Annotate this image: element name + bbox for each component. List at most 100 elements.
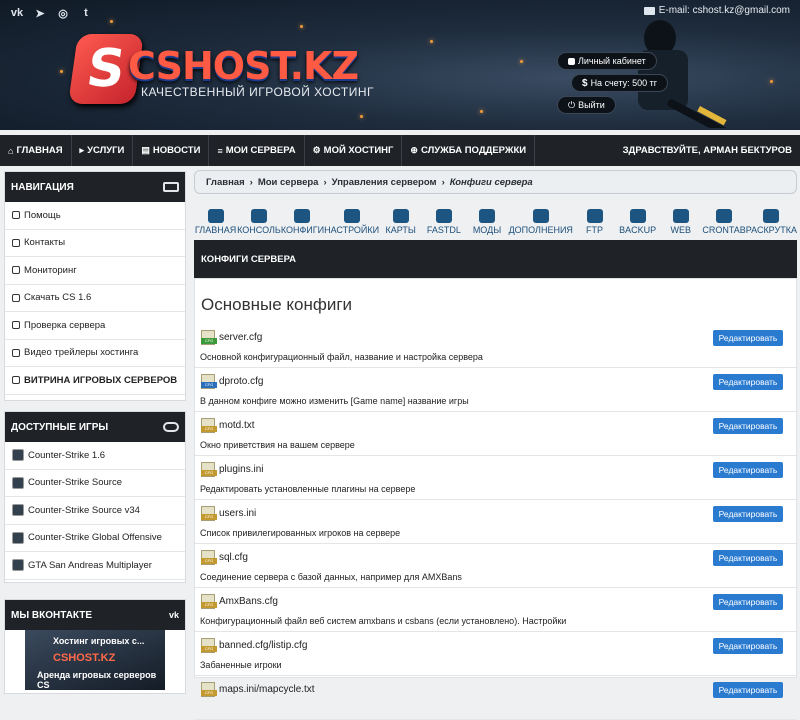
vk-icon[interactable]: vk <box>10 6 24 20</box>
breadcrumb-link-2[interactable]: Управления сервером <box>332 177 437 188</box>
game-item-4[interactable]: GTA San Andreas Multiplayer <box>5 552 185 580</box>
logo-tagline: КАЧЕСТВЕННЫЙ ИГРОВОЙ ХОСТИНГ <box>141 85 374 99</box>
tool-label: ДОПОЛНЕНИЯ <box>508 225 573 235</box>
tool-1[interactable]: КОНСОЛЬ <box>237 199 281 235</box>
home-icon: ⌂ <box>8 145 14 156</box>
email-contact[interactable]: E-mail: cshost.kz@gmail.com <box>643 5 790 16</box>
instagram-icon[interactable]: ◎ <box>56 6 70 20</box>
settings-icon <box>343 209 360 223</box>
game-item-3[interactable]: Counter-Strike Global Offensive <box>5 525 185 552</box>
edit-button[interactable]: Редактировать <box>713 638 783 654</box>
config-name[interactable]: motd.txt <box>219 420 255 431</box>
edit-button[interactable]: Редактировать <box>713 550 783 566</box>
soldier-illustration <box>638 20 731 128</box>
tool-7[interactable]: ДОПОЛНЕНИЯ <box>509 199 573 235</box>
edit-button[interactable]: Редактировать <box>713 418 783 434</box>
balance-button[interactable]: $ На счету: 500 тг <box>571 74 669 92</box>
config-file-badge: CFG <box>201 470 217 476</box>
sidebar-item-label: Мониторинг <box>24 264 77 276</box>
greeting[interactable]: ЗДРАВСТВУЙТЕ, АРМАН БЕКТУРОВ <box>623 135 800 166</box>
config-row: CFG users.ini Список привилегированных игр… <box>195 500 796 544</box>
edit-button[interactable]: Редактировать <box>713 374 783 390</box>
config-name[interactable]: AmxBans.cfg <box>219 596 278 607</box>
main-nav: ⌂ ГЛАВНАЯ ▸ УСЛУГИ ▤ НОВОСТИ ≡ МОИ СЕРВЕРА ⚙ МОЙ … <box>0 135 800 166</box>
config-file-icon: CFG <box>201 594 217 609</box>
maps-icon <box>392 209 409 223</box>
logout-button[interactable]: ⏻ Выйти <box>557 96 616 114</box>
config-desc: Соединение сервера с базой данных, напри… <box>200 572 462 582</box>
game-item-2[interactable]: Counter-Strike Source v34 <box>5 497 185 525</box>
sidebar-item-3[interactable]: Скачать CS 1.6 <box>5 285 185 312</box>
nav-item-0[interactable]: ⌂ ГЛАВНАЯ <box>0 135 72 166</box>
nav-item-2[interactable]: ▤ НОВОСТИ <box>133 135 210 166</box>
tool-8[interactable]: FTP <box>573 199 616 235</box>
edit-button[interactable]: Редактировать <box>713 330 783 346</box>
edit-button[interactable]: Редактировать <box>713 682 783 698</box>
nav-item-label: ГЛАВНАЯ <box>16 145 63 156</box>
folder-icon <box>586 209 603 223</box>
configs-title: Основные конфиги <box>201 295 353 314</box>
game-item-label: Counter-Strike Global Offensive <box>28 532 162 544</box>
nav-item-1[interactable]: ▸ УСЛУГИ <box>72 135 134 166</box>
power-icon: ⏻ <box>568 99 576 110</box>
config-name[interactable]: sql.cfg <box>219 552 248 563</box>
sidebar-item-label: Проверка сервера <box>24 319 106 331</box>
mods-icon <box>479 209 495 223</box>
tool-12[interactable]: РАСКРУТКА <box>746 199 797 235</box>
config-name[interactable]: server.cfg <box>219 332 262 343</box>
csgo-icon <box>12 531 24 544</box>
clock-icon <box>716 209 733 223</box>
nav-item-3[interactable]: ≡ МОИ СЕРВЕРА <box>209 135 305 166</box>
balance-label: На счету: 500 тг <box>590 78 658 88</box>
breadcrumb-link-0[interactable]: Главная <box>206 177 245 188</box>
config-desc: В данном конфиге можно изменить [Game na… <box>200 396 469 406</box>
logo-text[interactable]: CSHOST.KZ <box>128 44 359 88</box>
tool-9[interactable]: BACKUP <box>616 199 659 235</box>
tool-4[interactable]: КАРТЫ <box>379 199 422 235</box>
config-name[interactable]: banned.cfg/listip.cfg <box>219 640 307 651</box>
sidebar-item-label: Видео трейлеры хостинга <box>24 347 139 359</box>
telegram-icon[interactable]: ➤ <box>33 6 47 20</box>
breadcrumb-separator-icon: › <box>249 176 253 188</box>
sidebar-games-title: ДОСТУПНЫЕ ИГРЫ <box>11 421 109 433</box>
globe-icon <box>672 209 689 223</box>
nav-item-5[interactable]: ⊕ СЛУЖБА ПОДДЕРЖКИ <box>402 135 536 166</box>
config-name[interactable]: dproto.cfg <box>219 376 263 387</box>
vk-widget[interactable]: Хостинг игровых с... CSHOST.KZ Аренда иг… <box>25 630 165 690</box>
tool-11[interactable]: CRONTAB <box>702 199 746 235</box>
sidebar-item-4[interactable]: Проверка сервера <box>5 312 185 340</box>
sidebar-games: ДОСТУПНЫЕ ИГРЫ Counter-Strike 1.6 Counter… <box>4 411 186 583</box>
sidebar-item-0[interactable]: Помощь <box>5 202 185 230</box>
addons-icon <box>532 209 549 223</box>
sidebar-navigation: НАВИГАЦИЯ Помощь Контакты Мониторинг Скачат… <box>4 171 186 401</box>
config-name[interactable]: users.ini <box>219 508 256 519</box>
config-file-icon: CFG <box>201 550 217 565</box>
sidebar-item-5[interactable]: Видео трейлеры хостинга <box>5 340 185 367</box>
edit-button[interactable]: Редактировать <box>713 506 783 522</box>
sidebar-item-6[interactable]: ВИТРИНА ИГРОВЫХ СЕРВЕРОВ <box>5 367 185 395</box>
tool-6[interactable]: МОДЫ <box>465 199 508 235</box>
edit-button[interactable]: Редактировать <box>713 594 783 610</box>
edit-button[interactable]: Редактировать <box>713 462 783 478</box>
config-name[interactable]: plugins.ini <box>219 464 263 475</box>
tool-0[interactable]: ГЛАВНАЯ <box>194 199 237 235</box>
tool-2[interactable]: КОНФИГИ <box>281 199 324 235</box>
user-icon <box>568 57 575 65</box>
tool-label: WEB <box>670 225 692 235</box>
nav-item-4[interactable]: ⚙ МОЙ ХОСТИНГ <box>305 135 403 166</box>
game-item-0[interactable]: Counter-Strike 1.6 <box>5 442 185 470</box>
backup-icon <box>629 209 646 223</box>
tool-10[interactable]: WEB <box>659 199 702 235</box>
game-item-1[interactable]: Counter-Strike Source <box>5 470 185 497</box>
video-icon <box>12 348 20 357</box>
cabinet-button[interactable]: Личный кабинет <box>557 52 657 70</box>
sidebar-item-1[interactable]: Контакты <box>5 230 185 257</box>
tool-5[interactable]: FASTDL <box>422 199 465 235</box>
tumblr-icon[interactable]: t <box>79 6 93 20</box>
config-name[interactable]: maps.ini/mapcycle.txt <box>219 684 315 695</box>
newspaper-icon: ▤ <box>141 145 150 155</box>
vk-widget-brand: CSHOST.KZ <box>53 652 116 664</box>
tool-3[interactable]: НАСТРОЙКИ <box>324 199 379 235</box>
sidebar-item-2[interactable]: Мониторинг <box>5 257 185 285</box>
breadcrumb-link-1[interactable]: Мои сервера <box>258 177 319 188</box>
